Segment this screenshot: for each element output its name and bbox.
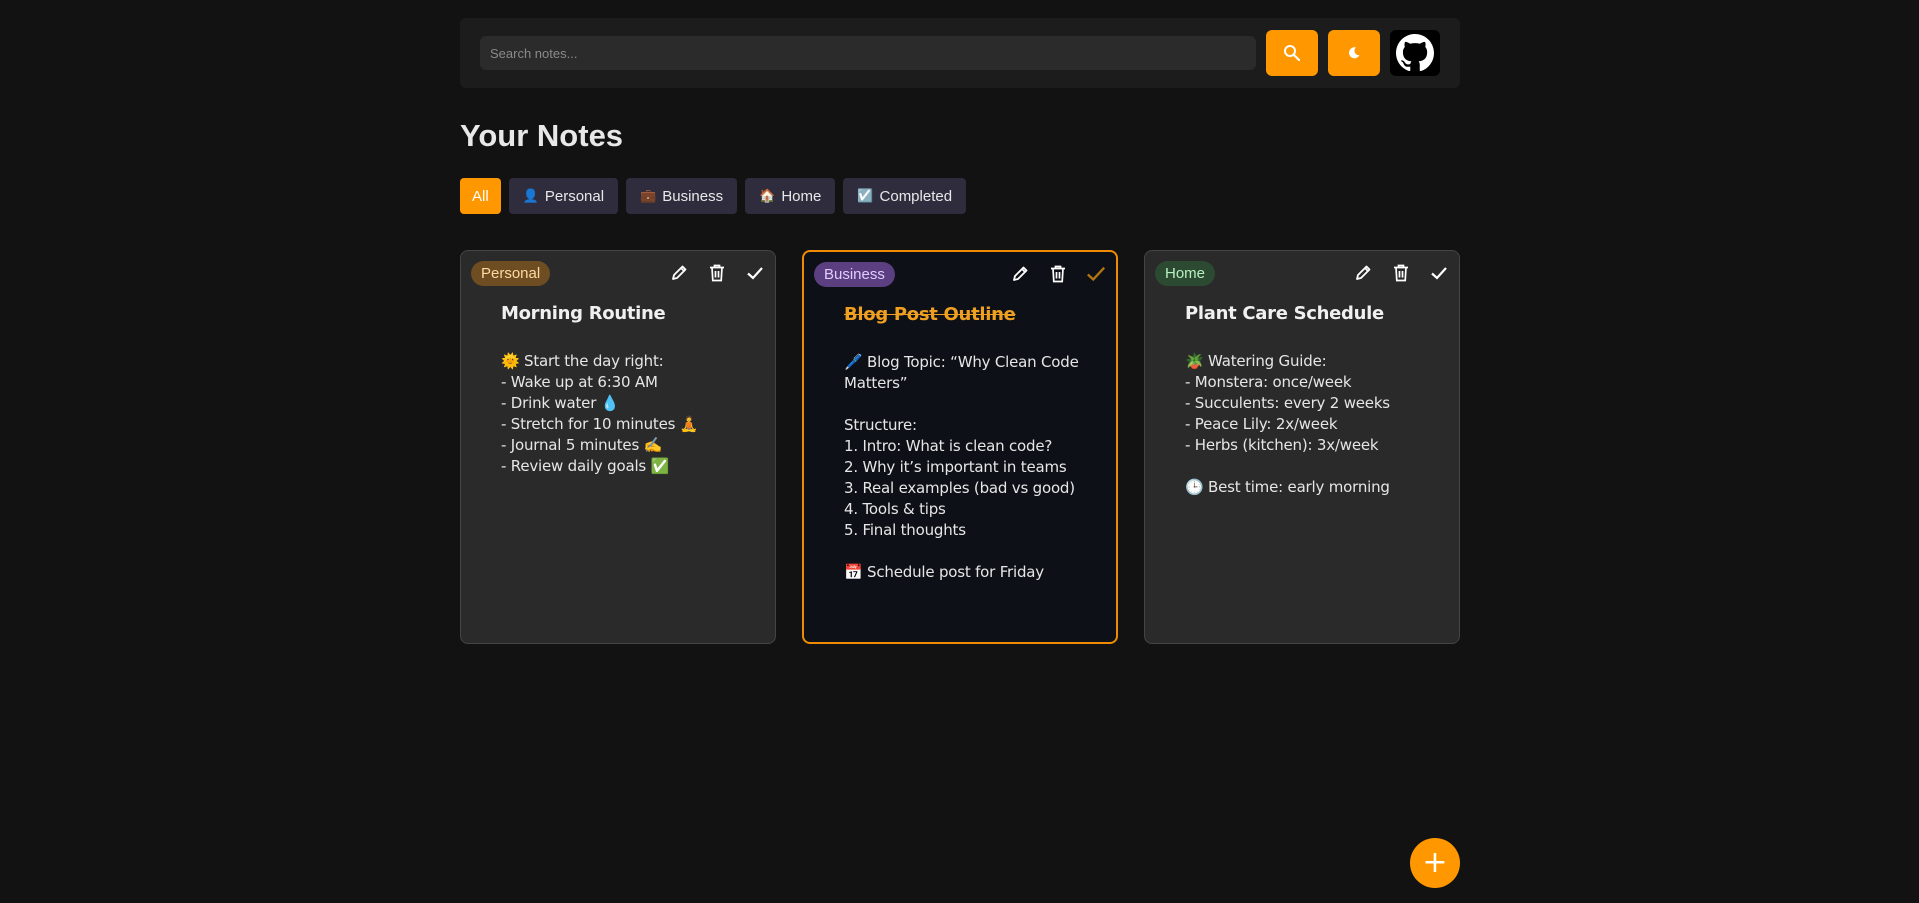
complete-icon[interactable] xyxy=(1086,264,1106,284)
github-icon xyxy=(1396,34,1434,72)
note-card[interactable]: Business Blog Post Outline 🖊️ Blog Topic… xyxy=(802,250,1118,644)
category-tag: Personal xyxy=(471,261,551,286)
filter-label: Business xyxy=(662,187,724,205)
header-bar xyxy=(460,18,1460,88)
card-actions xyxy=(669,263,765,283)
house-icon: 🏠 xyxy=(759,188,776,203)
note-card[interactable]: Personal Morning Routine 🌞 Start the day… xyxy=(460,250,776,644)
theme-toggle-button[interactable] xyxy=(1328,30,1380,76)
briefcase-icon: 💼 xyxy=(640,188,657,203)
complete-icon[interactable] xyxy=(1429,263,1449,283)
delete-icon[interactable] xyxy=(1391,263,1411,283)
note-card[interactable]: Home Plant Care Schedule 🪴 Watering Guid… xyxy=(1144,250,1460,644)
filter-completed[interactable]: ☑️ Completed xyxy=(843,178,967,214)
note-body: 🖊️ Blog Topic: “Why Clean Code Matters” … xyxy=(844,353,1079,581)
edit-icon[interactable] xyxy=(1353,263,1373,283)
delete-icon[interactable] xyxy=(1048,264,1068,284)
moon-icon xyxy=(1348,47,1360,59)
note-body: 🌞 Start the day right: - Wake up at 6:30… xyxy=(501,352,699,475)
card-actions xyxy=(1010,264,1106,284)
checkbox-icon: ☑️ xyxy=(857,188,874,203)
edit-icon[interactable] xyxy=(1010,264,1030,284)
person-icon: 👤 xyxy=(522,188,539,203)
note-title: Plant Care Schedule xyxy=(1185,303,1384,324)
card-actions xyxy=(1353,263,1449,283)
category-tag: Business xyxy=(814,262,895,287)
note-title: Morning Routine xyxy=(501,303,666,324)
search-input[interactable] xyxy=(480,36,1256,70)
search-icon xyxy=(1284,45,1301,62)
edit-icon[interactable] xyxy=(669,263,689,283)
search-button[interactable] xyxy=(1266,30,1318,76)
notes-grid: Personal Morning Routine 🌞 Start the day… xyxy=(460,250,1460,644)
delete-icon[interactable] xyxy=(707,263,727,283)
github-button[interactable] xyxy=(1390,30,1440,76)
app-container: Your Notes All 👤 Personal 💼 Business 🏠 Home… xyxy=(460,18,1460,644)
filter-all[interactable]: All xyxy=(460,178,501,214)
page-title: Your Notes xyxy=(460,118,624,153)
add-note-button[interactable]: + xyxy=(1410,838,1460,888)
note-body: 🪴 Watering Guide: - Monstera: once/week … xyxy=(1185,352,1390,496)
filter-label: Home xyxy=(781,187,822,205)
note-title: Blog Post Outline xyxy=(844,304,1016,325)
filter-personal[interactable]: 👤 Personal xyxy=(508,178,619,214)
filter-label: Completed xyxy=(879,187,953,205)
filter-home[interactable]: 🏠 Home xyxy=(745,178,836,214)
category-tag: Home xyxy=(1155,261,1216,286)
filter-label: All xyxy=(472,187,489,205)
filter-label: Personal xyxy=(544,187,605,205)
filter-business[interactable]: 💼 Business xyxy=(626,178,738,214)
filter-bar: All 👤 Personal 💼 Business 🏠 Home ☑️ Complete… xyxy=(460,178,1460,214)
complete-icon[interactable] xyxy=(745,263,765,283)
